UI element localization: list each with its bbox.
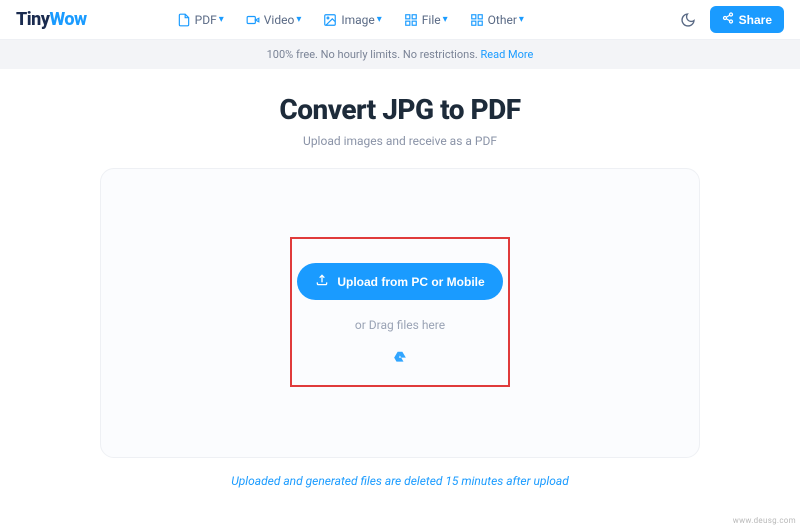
footer-note: Uploaded and generated files are deleted… xyxy=(0,474,800,488)
chevron-down-icon: ▾ xyxy=(519,14,524,25)
logo-text-wow: Wow xyxy=(49,9,86,30)
nav-label: Other xyxy=(488,13,517,27)
nav-item-file[interactable]: File ▾ xyxy=(404,13,448,27)
nav-item-image[interactable]: Image ▾ xyxy=(323,13,381,27)
nav-item-pdf[interactable]: PDF ▾ xyxy=(177,13,224,27)
nav-label: PDF xyxy=(195,13,217,27)
chevron-down-icon: ▾ xyxy=(296,14,301,25)
header: TinyWow PDF ▾ Video ▾ Image ▾ xyxy=(0,0,800,40)
nav-label: Image xyxy=(341,13,374,27)
other-grid-icon xyxy=(470,13,484,27)
file-grid-icon xyxy=(404,13,418,27)
upload-button[interactable]: Upload from PC or Mobile xyxy=(297,263,502,300)
main-nav: PDF ▾ Video ▾ Image ▾ File ▾ xyxy=(177,13,524,27)
upload-highlight-box: Upload from PC or Mobile or Drag files h… xyxy=(290,237,510,387)
nav-label: File xyxy=(422,13,441,27)
logo-text-tiny: Tiny xyxy=(16,9,49,30)
page-subtitle: Upload images and receive as a PDF xyxy=(0,134,800,148)
nav-item-other[interactable]: Other ▾ xyxy=(470,13,524,27)
logo[interactable]: TinyWow xyxy=(16,9,87,30)
nav-item-video[interactable]: Video ▾ xyxy=(246,13,302,27)
upload-icon xyxy=(315,273,329,290)
share-icon xyxy=(722,12,734,27)
video-icon xyxy=(246,13,260,27)
banner-read-more-link[interactable]: Read More xyxy=(481,48,534,61)
upload-card: Upload from PC or Mobile or Drag files h… xyxy=(100,168,700,458)
chevron-down-icon: ▾ xyxy=(219,14,224,25)
image-icon xyxy=(323,13,337,27)
chevron-down-icon: ▾ xyxy=(443,14,448,25)
google-drive-icon[interactable] xyxy=(393,350,407,364)
chevron-down-icon: ▾ xyxy=(377,14,382,25)
pdf-icon xyxy=(177,13,191,27)
upload-button-label: Upload from PC or Mobile xyxy=(337,275,484,289)
page-title: Convert JPG to PDF xyxy=(0,93,800,126)
header-right: Share xyxy=(680,6,784,33)
dark-mode-toggle[interactable] xyxy=(680,12,696,28)
watermark: www.deusg.com xyxy=(733,516,796,525)
promo-banner: 100% free. No hourly limits. No restrict… xyxy=(0,40,800,69)
banner-text: 100% free. No hourly limits. No restrict… xyxy=(267,48,481,61)
drag-hint: or Drag files here xyxy=(355,318,445,332)
main-content: Convert JPG to PDF Upload images and rec… xyxy=(0,69,800,488)
nav-label: Video xyxy=(264,13,295,27)
share-label: Share xyxy=(739,13,772,27)
share-button[interactable]: Share xyxy=(710,6,784,33)
